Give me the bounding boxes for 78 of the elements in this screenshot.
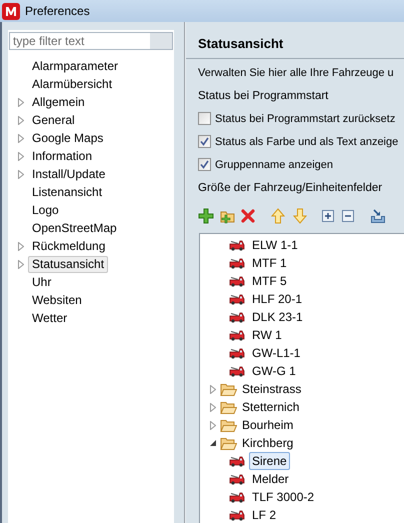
tree-item[interactable]: MTF 1: [249, 254, 290, 272]
import-icon[interactable]: [370, 208, 386, 224]
add-icon[interactable]: [198, 208, 214, 224]
sidebar-item[interactable]: Alarmparameter: [28, 58, 122, 74]
fire-truck-icon: [229, 348, 245, 358]
sidebar-item[interactable]: Rückmeldung: [28, 238, 110, 254]
page-title: Statusansicht: [198, 34, 284, 52]
sidebar-item[interactable]: Alarmübersicht: [28, 76, 116, 92]
up-arrow-icon[interactable]: [270, 208, 286, 224]
fire-truck-icon: [229, 492, 245, 502]
fire-truck-icon: [229, 474, 245, 484]
checkbox[interactable]: [198, 112, 211, 125]
checkbox[interactable]: [198, 135, 211, 148]
tree-item[interactable]: TLF 3000-2: [249, 488, 318, 506]
tree-group[interactable]: Stetternich: [241, 398, 300, 416]
expand-arrow-icon[interactable]: [18, 116, 24, 124]
collapse-arrow-icon[interactable]: [210, 440, 216, 446]
fire-truck-icon: [229, 510, 245, 520]
delete-icon[interactable]: [240, 208, 256, 224]
tree-item[interactable]: LF 2: [249, 506, 280, 523]
expand-arrow-icon[interactable]: [210, 384, 216, 394]
sidebar-item[interactable]: Statusansicht: [28, 256, 108, 272]
expand-arrow-icon[interactable]: [18, 98, 24, 106]
tree-group[interactable]: Kirchberg: [241, 434, 294, 452]
expand-arrow-icon[interactable]: [18, 170, 24, 178]
tree-group[interactable]: Steinstrass: [241, 380, 302, 398]
tree-item[interactable]: Melder: [249, 470, 292, 488]
tree-item[interactable]: HLF 20-1: [249, 290, 306, 308]
collapse-all-icon[interactable]: [340, 208, 356, 224]
folder-icon: [220, 382, 237, 396]
section-label: Status bei Programmstart: [198, 89, 330, 104]
tree-item[interactable]: DLK 23-1: [249, 308, 306, 326]
sidebar-item[interactable]: Information: [28, 148, 96, 164]
expand-arrow-icon[interactable]: [18, 152, 24, 160]
tree-item[interactable]: GW-L1-1: [249, 344, 304, 362]
expand-arrow-icon[interactable]: [210, 402, 216, 412]
tree-item[interactable]: GW-G 1: [249, 362, 299, 380]
down-arrow-icon[interactable]: [292, 208, 308, 224]
fire-truck-icon: [229, 258, 245, 268]
size-label: Größe der Fahrzeug/Einheitenfelder: [198, 181, 384, 196]
checkbox-label: Status als Farbe und als Text anzeige: [215, 134, 398, 150]
sidebar-item[interactable]: Install/Update: [28, 166, 110, 182]
sidebar-item[interactable]: Google Maps: [28, 130, 108, 146]
sidebar-item[interactable]: Listenansicht: [28, 184, 106, 200]
folder-icon: [220, 436, 237, 450]
fire-truck-icon: [229, 312, 245, 322]
sidebar-item[interactable]: Logo: [28, 202, 63, 218]
sidebar-item[interactable]: Uhr: [28, 274, 56, 290]
fire-truck-icon: [229, 366, 245, 376]
sidebar-item[interactable]: Wetter: [28, 310, 72, 326]
fire-truck-icon: [229, 456, 245, 466]
fire-truck-icon: [229, 276, 245, 286]
checkbox-label: Gruppenname anzeigen: [215, 158, 334, 172]
expand-arrow-icon[interactable]: [18, 242, 24, 250]
tree-group[interactable]: Bourheim: [241, 416, 294, 434]
tree-item[interactable]: MTF 5: [249, 272, 290, 290]
expand-all-icon[interactable]: [320, 208, 336, 224]
fire-truck-icon: [229, 294, 245, 304]
description-text: Verwalten Sie hier alle Ihre Fahrzeuge u: [198, 66, 392, 81]
app-logo-icon: [2, 2, 20, 20]
tree-item[interactable]: RW 1: [249, 326, 285, 344]
window-title: Preferences: [25, 3, 90, 20]
folder-icon: [220, 400, 237, 414]
fire-truck-icon: [229, 240, 245, 250]
checkbox[interactable]: [198, 158, 211, 171]
expand-arrow-icon[interactable]: [18, 260, 24, 268]
sidebar-item[interactable]: Websiten: [28, 292, 86, 308]
sidebar-item[interactable]: OpenStreetMap: [28, 220, 121, 236]
fire-truck-icon: [229, 330, 245, 340]
sidebar-item[interactable]: General: [28, 112, 79, 128]
expand-arrow-icon[interactable]: [18, 134, 24, 142]
folder-icon: [220, 418, 237, 432]
filter-field[interactable]: type filter text: [9, 32, 173, 50]
expand-arrow-icon[interactable]: [210, 420, 216, 430]
tree-item[interactable]: ELW 1-1: [249, 236, 301, 254]
tree-item[interactable]: Sirene: [249, 452, 290, 470]
checkbox-label: Status bei Programmstart zurücksetz: [215, 112, 396, 126]
sidebar-item[interactable]: Allgemein: [28, 94, 89, 110]
